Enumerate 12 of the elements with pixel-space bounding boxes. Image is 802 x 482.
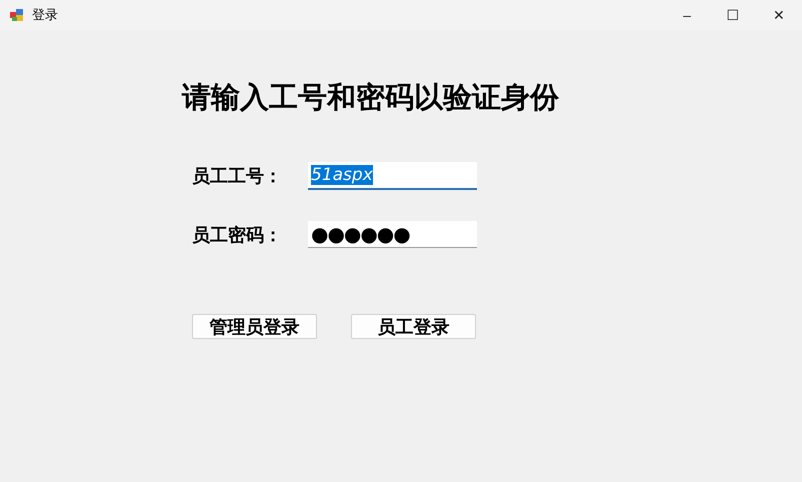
heading: 请输入工号和密码以验证身份 — [182, 79, 560, 116]
field-label: 员工密码： — [192, 224, 283, 246]
minimize-button[interactable]: – — [664, 0, 710, 30]
input-field[interactable]: 51aspx — [308, 162, 477, 190]
input-field[interactable]: ●●●●●● — [308, 221, 477, 248]
login-button[interactable]: 管理员登录 — [192, 314, 317, 339]
field-label: 员工工号： — [192, 164, 283, 188]
window-title: 登录 — [32, 7, 58, 24]
app-icon — [10, 8, 24, 22]
close-button[interactable]: ✕ — [756, 0, 802, 30]
login-button[interactable]: 员工登录 — [351, 314, 476, 339]
maximize-button[interactable]: ☐ — [710, 0, 756, 30]
